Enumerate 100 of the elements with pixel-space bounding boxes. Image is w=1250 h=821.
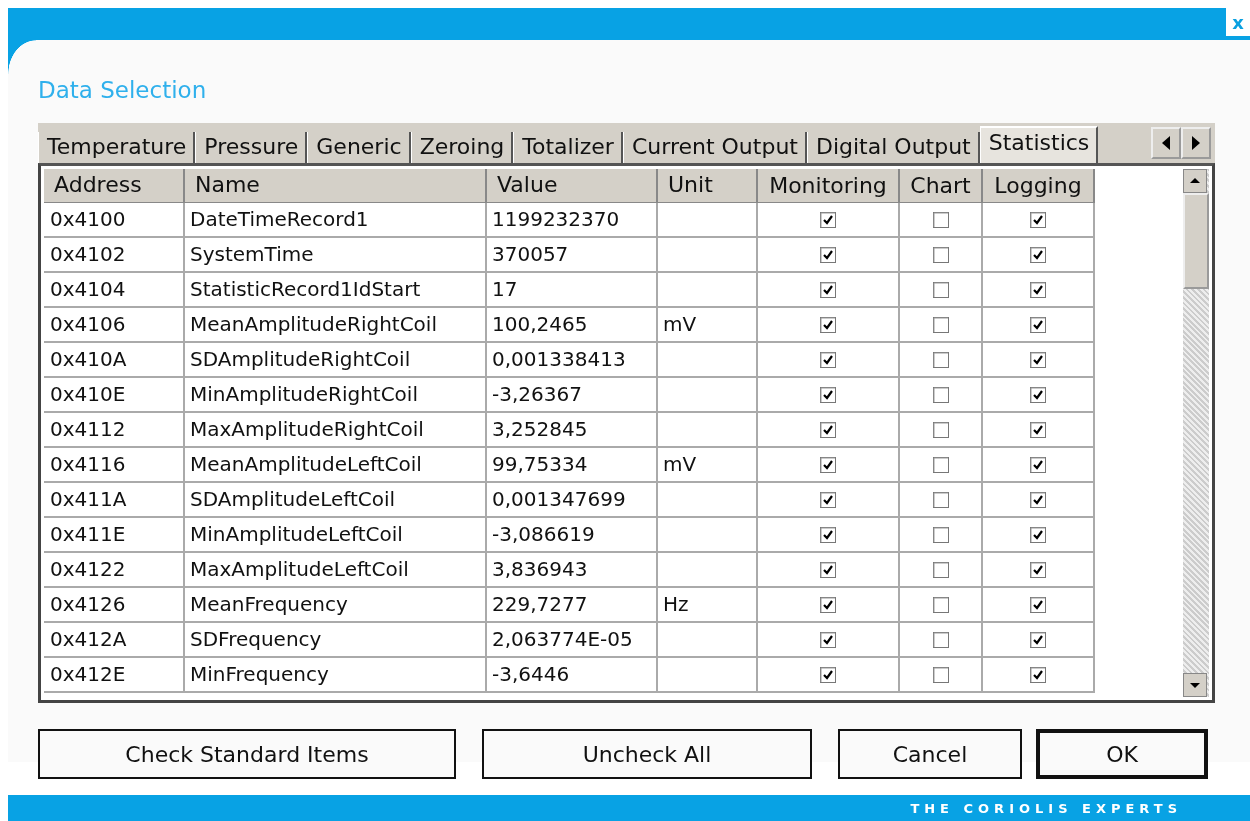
checkbox[interactable] <box>932 526 949 543</box>
checkbox[interactable] <box>932 631 949 648</box>
checkbox[interactable] <box>932 421 949 438</box>
scroll-left-button[interactable] <box>1151 127 1181 159</box>
table-cell: 229,7277 <box>487 588 658 623</box>
table-cell: SDAmplitudeLeftCoil <box>185 483 487 518</box>
table-cell: mV <box>658 308 758 343</box>
tagline: THE CORIOLIS EXPERTS <box>910 800 1182 816</box>
table-cell: 0x4106 <box>44 308 185 343</box>
window-title: Data Selection <box>38 77 207 103</box>
column-header[interactable]: Logging <box>983 169 1095 203</box>
checkbox[interactable] <box>932 246 949 263</box>
scroll-down-icon[interactable] <box>1183 673 1207 697</box>
checkbox[interactable] <box>820 596 836 613</box>
checkbox[interactable] <box>1030 281 1046 298</box>
checkbox[interactable] <box>820 631 836 648</box>
checkbox[interactable] <box>1030 211 1046 228</box>
checkbox[interactable] <box>820 211 836 228</box>
checkbox[interactable] <box>932 386 949 403</box>
table-cell: 100,2465 <box>487 308 658 343</box>
table-cell: 0x4122 <box>44 553 185 588</box>
checkbox[interactable] <box>820 526 836 543</box>
checkbox[interactable] <box>1030 666 1046 683</box>
checkbox[interactable] <box>1030 596 1046 613</box>
table-cell: MinFrequency <box>185 658 487 693</box>
vertical-scrollbar[interactable] <box>1183 169 1209 697</box>
table-cell: 0x4126 <box>44 588 185 623</box>
table-cell: 0x411A <box>44 483 185 518</box>
checkbox[interactable] <box>820 246 836 263</box>
checkbox[interactable] <box>1030 421 1046 438</box>
dialog-button[interactable]: Uncheck All <box>482 729 812 779</box>
checkbox[interactable] <box>1030 316 1046 333</box>
checkbox[interactable] <box>820 456 836 473</box>
tab[interactable]: Generic <box>307 132 411 163</box>
scroll-up-icon[interactable] <box>1183 169 1207 193</box>
table-cell: MinAmplitudeRightCoil <box>185 378 487 413</box>
left-triangle-icon <box>1160 135 1172 151</box>
checkbox[interactable] <box>1030 631 1046 648</box>
table-cell: MaxAmplitudeRightCoil <box>185 413 487 448</box>
checkbox[interactable] <box>1030 526 1046 543</box>
tab[interactable]: Temperature <box>38 132 196 163</box>
checkbox[interactable] <box>1030 386 1046 403</box>
scroll-right-button[interactable] <box>1181 127 1211 159</box>
checkbox[interactable] <box>932 666 949 683</box>
table-cell: mV <box>658 448 758 483</box>
table-cell: MeanAmplitudeRightCoil <box>185 308 487 343</box>
table-cell: 0x4102 <box>44 238 185 273</box>
tab[interactable]: Pressure <box>195 132 308 163</box>
checkbox[interactable] <box>1030 561 1046 578</box>
checkbox[interactable] <box>932 211 949 228</box>
table-cell: 0x4104 <box>44 273 185 308</box>
checkbox[interactable] <box>820 491 836 508</box>
table-cell: 0x4112 <box>44 413 185 448</box>
tab[interactable]: Zeroing <box>410 132 514 163</box>
dialog-button[interactable]: OK <box>1036 729 1208 779</box>
column-header[interactable]: Address <box>44 169 185 203</box>
tab[interactable]: Current Output <box>622 132 807 163</box>
checkbox[interactable] <box>820 666 836 683</box>
checkbox[interactable] <box>820 351 836 368</box>
table-cell: 0x410A <box>44 343 185 378</box>
table-cell: Hz <box>658 588 758 623</box>
checkbox[interactable] <box>932 456 949 473</box>
checkbox[interactable] <box>820 561 836 578</box>
table-cell: 17 <box>487 273 658 308</box>
checkbox[interactable] <box>932 561 949 578</box>
table-cell: 0x4116 <box>44 448 185 483</box>
column-header[interactable]: Name <box>185 169 487 203</box>
table-cell: SDAmplitudeRightCoil <box>185 343 487 378</box>
checkbox[interactable] <box>820 421 836 438</box>
column-header[interactable]: Unit <box>658 169 758 203</box>
table-cell: MaxAmplitudeLeftCoil <box>185 553 487 588</box>
checkbox[interactable] <box>932 596 949 613</box>
scrollbar-thumb[interactable] <box>1183 193 1209 289</box>
checkbox[interactable] <box>820 281 836 298</box>
checkbox[interactable] <box>1030 351 1046 368</box>
checkbox[interactable] <box>932 316 949 333</box>
column-header[interactable]: Monitoring <box>758 169 900 203</box>
table-cell: MinAmplitudeLeftCoil <box>185 518 487 553</box>
checkbox[interactable] <box>932 491 949 508</box>
checkbox[interactable] <box>1030 456 1046 473</box>
column-header[interactable]: Chart <box>900 169 983 203</box>
table-cell: -3,086619 <box>487 518 658 553</box>
checkbox[interactable] <box>820 316 836 333</box>
table-cell: MeanAmplitudeLeftCoil <box>185 448 487 483</box>
checkbox[interactable] <box>932 281 949 298</box>
column-header[interactable]: Value <box>487 169 658 203</box>
table-cell: -3,6446 <box>487 658 658 693</box>
tab[interactable]: Statistics <box>979 126 1099 163</box>
checkbox[interactable] <box>820 386 836 403</box>
checkbox[interactable] <box>932 351 949 368</box>
table-cell: MeanFrequency <box>185 588 487 623</box>
tab[interactable]: Digital Output <box>806 132 980 163</box>
checkbox[interactable] <box>1030 246 1046 263</box>
tab[interactable]: Totalizer <box>513 132 623 163</box>
checkbox[interactable] <box>1030 491 1046 508</box>
dialog-button[interactable]: Check Standard Items <box>38 729 456 779</box>
table-cell: 0,001347699 <box>487 483 658 518</box>
dialog-button[interactable]: Cancel <box>838 729 1022 779</box>
table-cell: StatisticRecord1IdStart <box>185 273 487 308</box>
table-cell: 370057 <box>487 238 658 273</box>
